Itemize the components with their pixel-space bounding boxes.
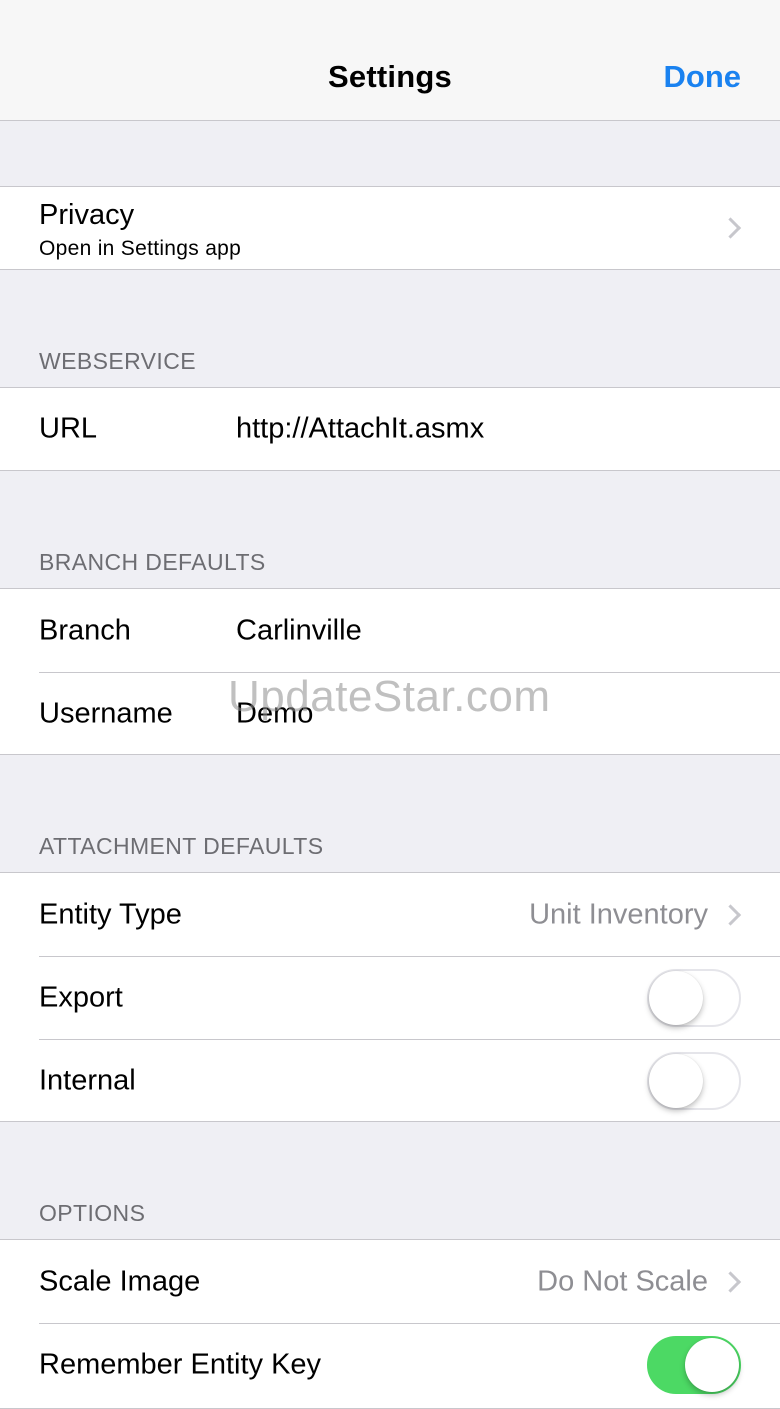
privacy-label: Privacy [39, 199, 135, 231]
entity-type-row[interactable]: Entity Type Unit Inventory [0, 873, 780, 956]
done-button[interactable]: Done [664, 59, 742, 95]
chevron-right-icon [719, 217, 742, 239]
branch-row[interactable]: Branch Carlinville [0, 589, 780, 672]
remember-entity-key-row: Remember Entity Key [0, 1323, 780, 1406]
export-toggle[interactable] [647, 968, 741, 1027]
webservice-group: URL http://AttachIt.asmx [0, 387, 780, 471]
branch-field[interactable]: Carlinville [236, 614, 362, 647]
export-label: Export [39, 981, 123, 1013]
internal-row: Internal [0, 1039, 780, 1122]
scale-image-value: Do Not Scale [537, 1265, 708, 1297]
branch-label: Branch [39, 614, 131, 646]
privacy-group: Privacy Open in Settings app [0, 186, 780, 270]
entity-type-value: Unit Inventory [529, 898, 708, 930]
chevron-right-icon [719, 1270, 742, 1293]
remember-entity-key-toggle[interactable] [647, 1335, 741, 1394]
toggle-knob [649, 1053, 703, 1108]
attachment-defaults-group: Entity Type Unit Inventory Export Intern… [0, 872, 780, 1122]
internal-toggle[interactable] [647, 1051, 741, 1110]
webservice-section-header: WEBSERVICE [39, 348, 196, 374]
username-field[interactable]: Demo [236, 697, 313, 730]
chevron-right-icon [719, 903, 742, 926]
url-row[interactable]: URL http://AttachIt.asmx [0, 388, 780, 470]
entity-type-label: Entity Type [39, 898, 182, 930]
toggle-knob [649, 970, 703, 1025]
internal-label: Internal [39, 1064, 136, 1096]
options-group: Scale Image Do Not Scale Remember Entity… [0, 1239, 780, 1409]
scale-image-row[interactable]: Scale Image Do Not Scale [0, 1240, 780, 1323]
privacy-row[interactable]: Privacy Open in Settings app [0, 187, 780, 269]
branch-defaults-section-header: BRANCH DEFAULTS [39, 549, 266, 575]
attachment-defaults-section-header: ATTACHMENT DEFAULTS [39, 833, 324, 859]
navigation-bar: Settings Done [0, 0, 780, 121]
scale-image-label: Scale Image [39, 1265, 201, 1297]
export-row: Export [0, 956, 780, 1039]
remember-entity-key-label: Remember Entity Key [39, 1348, 322, 1380]
url-label: URL [39, 412, 98, 445]
options-section-header: OPTIONS [39, 1200, 146, 1226]
username-row[interactable]: Username Demo [0, 672, 780, 755]
url-field[interactable]: http://AttachIt.asmx [236, 413, 484, 446]
username-label: Username [39, 697, 173, 729]
branch-defaults-group: Branch Carlinville Username Demo [0, 588, 780, 755]
privacy-subtitle: Open in Settings app [39, 237, 242, 260]
toggle-knob [685, 1337, 739, 1392]
